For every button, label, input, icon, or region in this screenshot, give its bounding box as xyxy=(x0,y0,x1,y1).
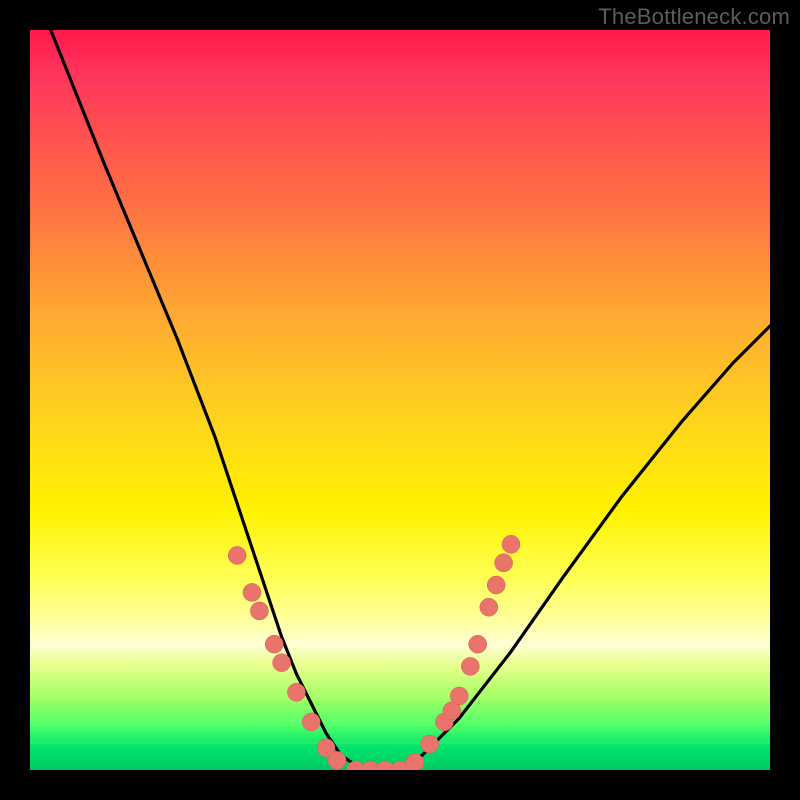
chart-frame: TheBottleneck.com xyxy=(0,0,800,800)
data-marker xyxy=(461,657,479,675)
data-marker xyxy=(287,683,305,701)
data-marker xyxy=(228,546,246,564)
data-marker xyxy=(502,535,520,553)
data-marker xyxy=(495,554,513,572)
marker-group xyxy=(228,535,520,770)
curve-group xyxy=(45,30,770,770)
data-marker xyxy=(421,735,439,753)
data-marker xyxy=(265,635,283,653)
data-marker xyxy=(480,598,498,616)
curve-svg xyxy=(30,30,770,770)
bottleneck-curve xyxy=(45,30,770,770)
watermark-text: TheBottleneck.com xyxy=(598,4,790,30)
data-marker xyxy=(406,754,424,770)
data-marker xyxy=(487,576,505,594)
plot-area xyxy=(30,30,770,770)
data-marker xyxy=(328,751,346,769)
data-marker xyxy=(302,713,320,731)
data-marker xyxy=(450,687,468,705)
data-marker xyxy=(469,635,487,653)
data-marker xyxy=(273,654,291,672)
data-marker xyxy=(250,602,268,620)
data-marker xyxy=(243,583,261,601)
